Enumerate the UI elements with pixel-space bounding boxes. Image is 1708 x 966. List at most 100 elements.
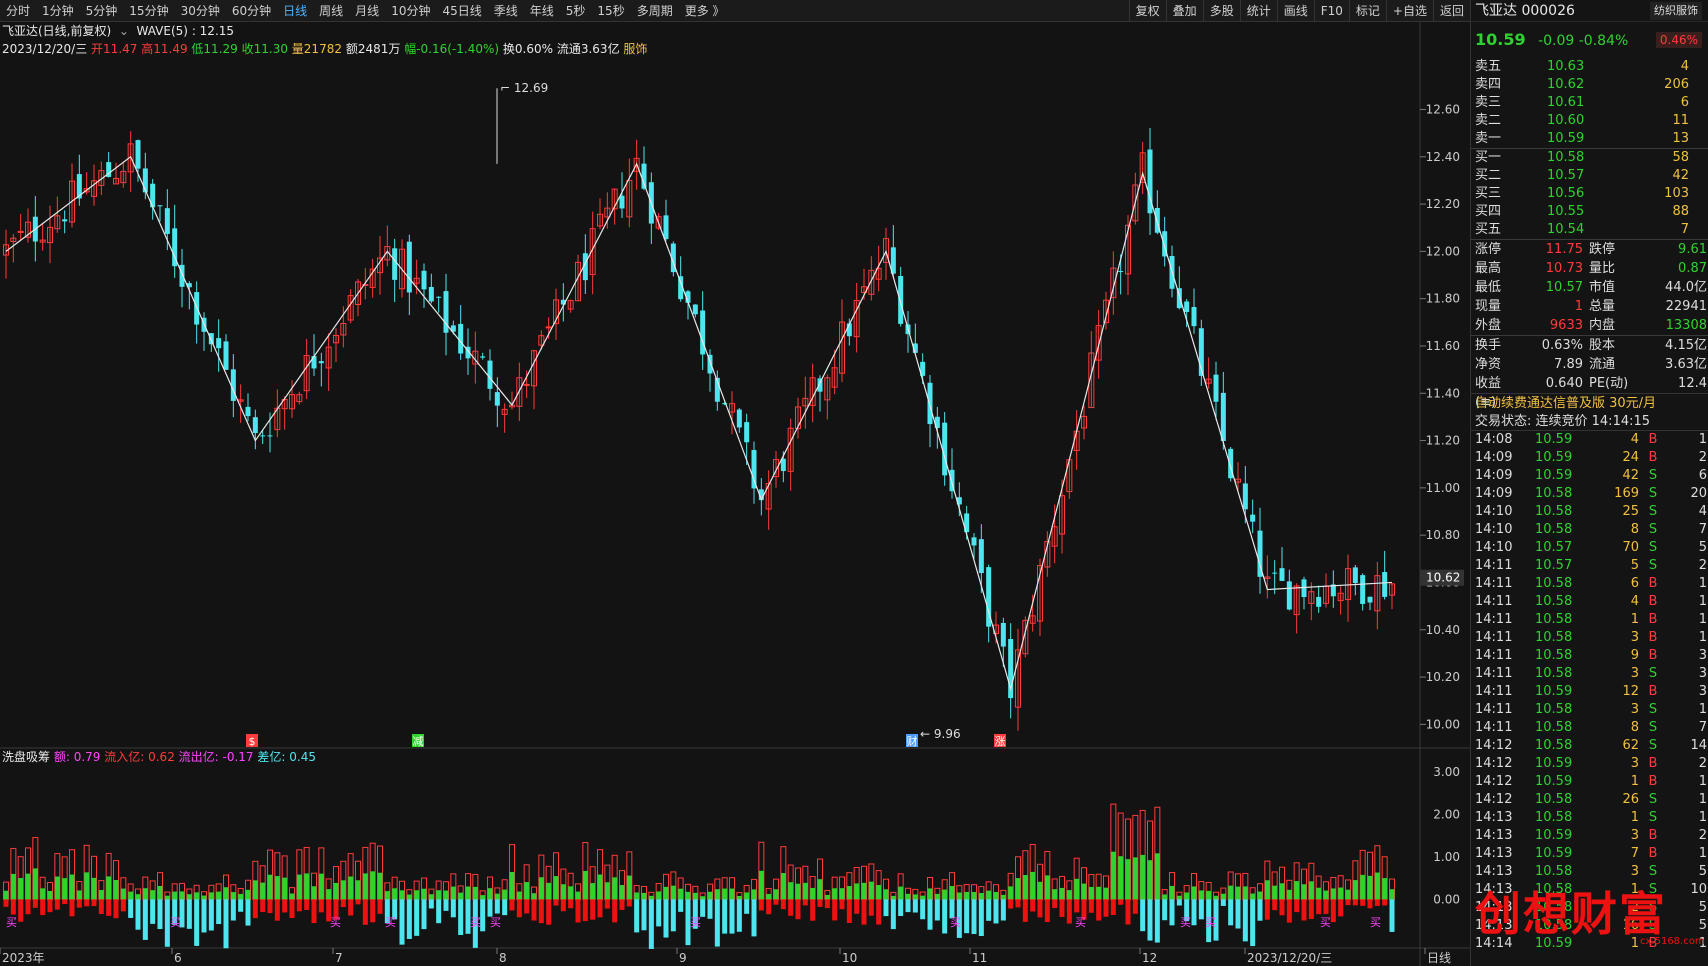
net-bar (142, 888, 148, 900)
tick-row[interactable]: 14:11 10.59 12 B 3 (1471, 683, 1708, 701)
tick-row[interactable]: 14:11 10.57 5 S 2 (1471, 557, 1708, 575)
candle-body (927, 382, 933, 425)
tick-price: 10.59 (1535, 828, 1573, 843)
net-bar (1228, 885, 1234, 900)
outflow-bar (1220, 899, 1226, 906)
tick-row[interactable]: 14:12 10.59 1 B 1 (1471, 773, 1708, 791)
candle-body (208, 333, 214, 345)
ob-volume: 13 (1672, 131, 1689, 146)
orderbook-row[interactable]: 卖二 10.60 11 (1471, 112, 1708, 130)
tick-row[interactable]: 14:10 10.58 8 S 7 (1471, 521, 1708, 539)
tick-row[interactable]: 14:11 10.58 3 S 3 (1471, 665, 1708, 683)
ob-volume: 7 (1680, 222, 1689, 237)
outflow-bar (120, 899, 126, 912)
buy-signal: 买 (1075, 916, 1086, 929)
orderbook-row[interactable]: 买三 10.56 103 (1471, 185, 1708, 203)
indicator-tick-label: 2.00 (1433, 808, 1460, 822)
tick-row[interactable]: 14:12 10.59 3 B 2 (1471, 755, 1708, 773)
orderbook-row[interactable]: 买一 10.58 58 (1471, 149, 1708, 167)
tick-qty: 8 (1630, 720, 1639, 735)
orderbook-row[interactable]: 卖四 10.62 206 (1471, 76, 1708, 94)
outflow-bar (1015, 899, 1021, 908)
tick-row[interactable]: 14:13 10.58 1 S 1 (1471, 809, 1708, 827)
net-bar (106, 876, 112, 900)
stat-key: 内盘 (1589, 318, 1616, 333)
tick-count: 1 (1698, 576, 1707, 591)
watermark-url: cx.5168.com (1640, 936, 1705, 947)
tick-row[interactable]: 14:11 10.58 3 S 1 (1471, 701, 1708, 719)
net-bar (839, 888, 845, 900)
net-bar (1103, 887, 1109, 900)
ob-volume: 6 (1680, 95, 1689, 110)
tick-row[interactable]: 14:11 10.58 1 B 1 (1471, 611, 1708, 629)
ob-label: 卖二 (1475, 113, 1502, 128)
tick-count: 5 (1698, 918, 1707, 933)
stat-key: PE(动) (1589, 376, 1629, 391)
xaxis-label: 8 (499, 951, 507, 965)
tick-price: 10.59 (1535, 450, 1573, 465)
promo-banner[interactable]: 自动续费通达信普及版 30元/月 (1471, 393, 1708, 412)
xaxis-label: 11 (972, 951, 987, 965)
net-bar (758, 870, 764, 900)
orderbook-row[interactable]: 买五 10.54 7 (1471, 221, 1708, 239)
net-bar (692, 892, 698, 900)
watermark-logo: 创想财富 (1475, 887, 1667, 941)
tick-row[interactable]: 14:09 10.59 24 B 2 (1471, 449, 1708, 467)
candle-body (1118, 271, 1124, 273)
indicator-name[interactable]: 洗盘吸筹 (2, 750, 50, 764)
net-bar (590, 883, 596, 900)
quote-stats: 涨停 11.75 跌停 9.61 最高 10.73 量比 0.87 最低 10.57 市值 44.0亿… (1471, 240, 1708, 335)
orderbook-row[interactable]: 卖三 10.61 6 (1471, 94, 1708, 112)
orderbook-row[interactable]: 买二 10.57 42 (1471, 167, 1708, 185)
net-bar (927, 888, 933, 900)
outflow-bar (289, 899, 295, 919)
net-bar (736, 895, 742, 900)
net-bar (553, 876, 559, 900)
tick-time: 14:12 (1475, 774, 1513, 789)
tick-row[interactable]: 14:09 10.58 169 S 20 (1471, 485, 1708, 503)
stat-key: 总量 (1589, 299, 1616, 314)
tick-row[interactable]: 14:10 10.58 25 S 4 (1471, 503, 1708, 521)
orderbook-row[interactable]: 卖五 10.63 4 (1471, 58, 1708, 76)
outflow-bar (443, 899, 449, 911)
net-bar (326, 889, 332, 900)
industry-tag[interactable]: 纺织服饰 (1650, 2, 1702, 20)
outflow-bar (729, 899, 735, 934)
outflow-bar (846, 899, 852, 924)
stat-value: 11.75 (1545, 242, 1583, 257)
tick-row[interactable]: 14:13 10.59 7 B 1 (1471, 845, 1708, 863)
tick-qty: 6 (1630, 576, 1639, 591)
outflow-bar (722, 899, 728, 934)
tick-row[interactable]: 14:11 10.58 6 B 1 (1471, 575, 1708, 593)
outflow-bar (98, 899, 104, 914)
outflow-bar (744, 899, 750, 914)
tick-row[interactable]: 14:11 10.58 8 S 7 (1471, 719, 1708, 737)
tick-list[interactable]: 14:08 10.59 4 B 1 14:09 10.59 24 B 2 14:09 10.59 42 S… (1471, 431, 1708, 953)
net-bar (1206, 890, 1212, 900)
tick-row[interactable]: 14:11 10.58 9 B 3 (1471, 647, 1708, 665)
tick-row[interactable]: 14:12 10.58 62 S 14 (1471, 737, 1708, 755)
outflow-bar (142, 899, 148, 940)
candle-body (898, 275, 904, 324)
tick-time: 14:11 (1475, 576, 1513, 591)
net-bar (964, 891, 970, 900)
tick-row[interactable]: 14:11 10.58 3 B 1 (1471, 629, 1708, 647)
outflow-bar (1059, 899, 1065, 917)
kline-chart[interactable]: 12.60 12.40 12.20 12.00 11.80 11.60 11.40 11.20… (0, 0, 1470, 966)
net-bar (1118, 856, 1124, 900)
tick-row[interactable]: 14:11 10.58 4 B 1 (1471, 593, 1708, 611)
outflow-bar (318, 899, 324, 913)
tick-row[interactable]: 14:12 10.58 26 S 1 (1471, 791, 1708, 809)
tick-row[interactable]: 14:09 10.59 42 S 6 (1471, 467, 1708, 485)
outflow-bar (656, 899, 662, 927)
orderbook-row[interactable]: 买四 10.55 88 (1471, 203, 1708, 221)
ob-label: 买一 (1475, 150, 1502, 165)
tick-row[interactable]: 14:08 10.59 4 B 1 (1471, 431, 1708, 449)
net-bar (414, 890, 420, 900)
tick-row[interactable]: 14:10 10.57 70 S 5 (1471, 539, 1708, 557)
tick-row[interactable]: 14:13 10.59 3 B 2 (1471, 827, 1708, 845)
net-bar (3, 890, 9, 900)
candle-body (267, 435, 273, 437)
orderbook-row[interactable]: 卖一 10.59 13 (1471, 130, 1708, 148)
net-bar (120, 888, 126, 900)
